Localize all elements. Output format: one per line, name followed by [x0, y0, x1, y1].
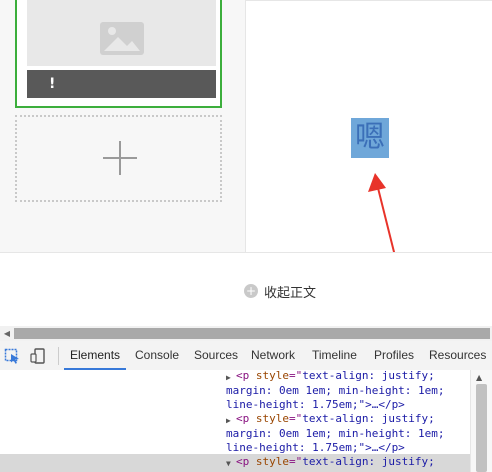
vertical-scroll-thumb[interactable]: [476, 384, 487, 472]
dom-node-line: line-height: 1.75em;">…</p>: [226, 398, 405, 411]
image-panel: !: [0, 0, 246, 252]
collapse-label: 收起正文: [264, 285, 317, 301]
dom-node-line-selected[interactable]: <p style="text-align: justify;: [236, 455, 435, 470]
image-thumbnail-selected[interactable]: !: [15, 0, 222, 108]
plus-icon: [103, 141, 137, 175]
editor-area: ! 嗯: [0, 0, 492, 277]
tab-network[interactable]: Network: [251, 341, 295, 370]
image-placeholder: [27, 0, 216, 66]
dom-node-line: line-height: 1.75em;">…</p>: [226, 441, 405, 454]
vertical-scrollbar[interactable]: ▲: [470, 370, 492, 472]
warning-badge: !: [49, 76, 56, 92]
devtools-toolbar: Elements Console Sources Network Timelin…: [0, 341, 492, 371]
plus-circle-icon: +: [244, 284, 258, 298]
collapse-content-bar: + 收起正文: [0, 252, 492, 327]
image-placeholder-icon: [100, 22, 144, 55]
horizontal-scrollbar[interactable]: ◀: [0, 326, 492, 341]
dom-node-line: margin: 0em 1em; min-height: 1em;: [226, 383, 445, 397]
elements-tree: ▶ <p style="text-align: justify; margin:…: [0, 369, 470, 472]
scroll-left-icon[interactable]: ◀: [0, 326, 14, 341]
thumbnail-warning-bar: !: [27, 70, 216, 98]
selected-text[interactable]: 嗯: [351, 118, 389, 158]
tab-resources[interactable]: Resources: [429, 341, 486, 370]
add-image-button[interactable]: [15, 115, 222, 202]
dom-node-line: margin: 0em 1em; min-height: 1em;: [226, 426, 445, 440]
dom-node-line[interactable]: <p style="text-align: justify;: [236, 412, 435, 427]
tab-profiles[interactable]: Profiles: [374, 341, 414, 370]
tab-timeline[interactable]: Timeline: [312, 341, 357, 370]
scroll-up-icon[interactable]: ▲: [476, 373, 482, 382]
dom-node-line[interactable]: <p style="text-align: justify;: [236, 369, 435, 384]
device-mode-icon[interactable]: [30, 348, 46, 364]
horizontal-scroll-thumb[interactable]: [14, 328, 490, 339]
tab-elements[interactable]: Elements: [64, 341, 127, 370]
inspect-element-icon[interactable]: [4, 348, 20, 364]
collapse-content-button[interactable]: + 收起正文: [244, 281, 316, 301]
collapse-triangle-icon[interactable]: ▼: [226, 457, 231, 472]
tab-sources[interactable]: Sources: [194, 341, 238, 370]
toolbar-divider: [58, 347, 59, 365]
tab-console[interactable]: Console: [135, 341, 179, 370]
